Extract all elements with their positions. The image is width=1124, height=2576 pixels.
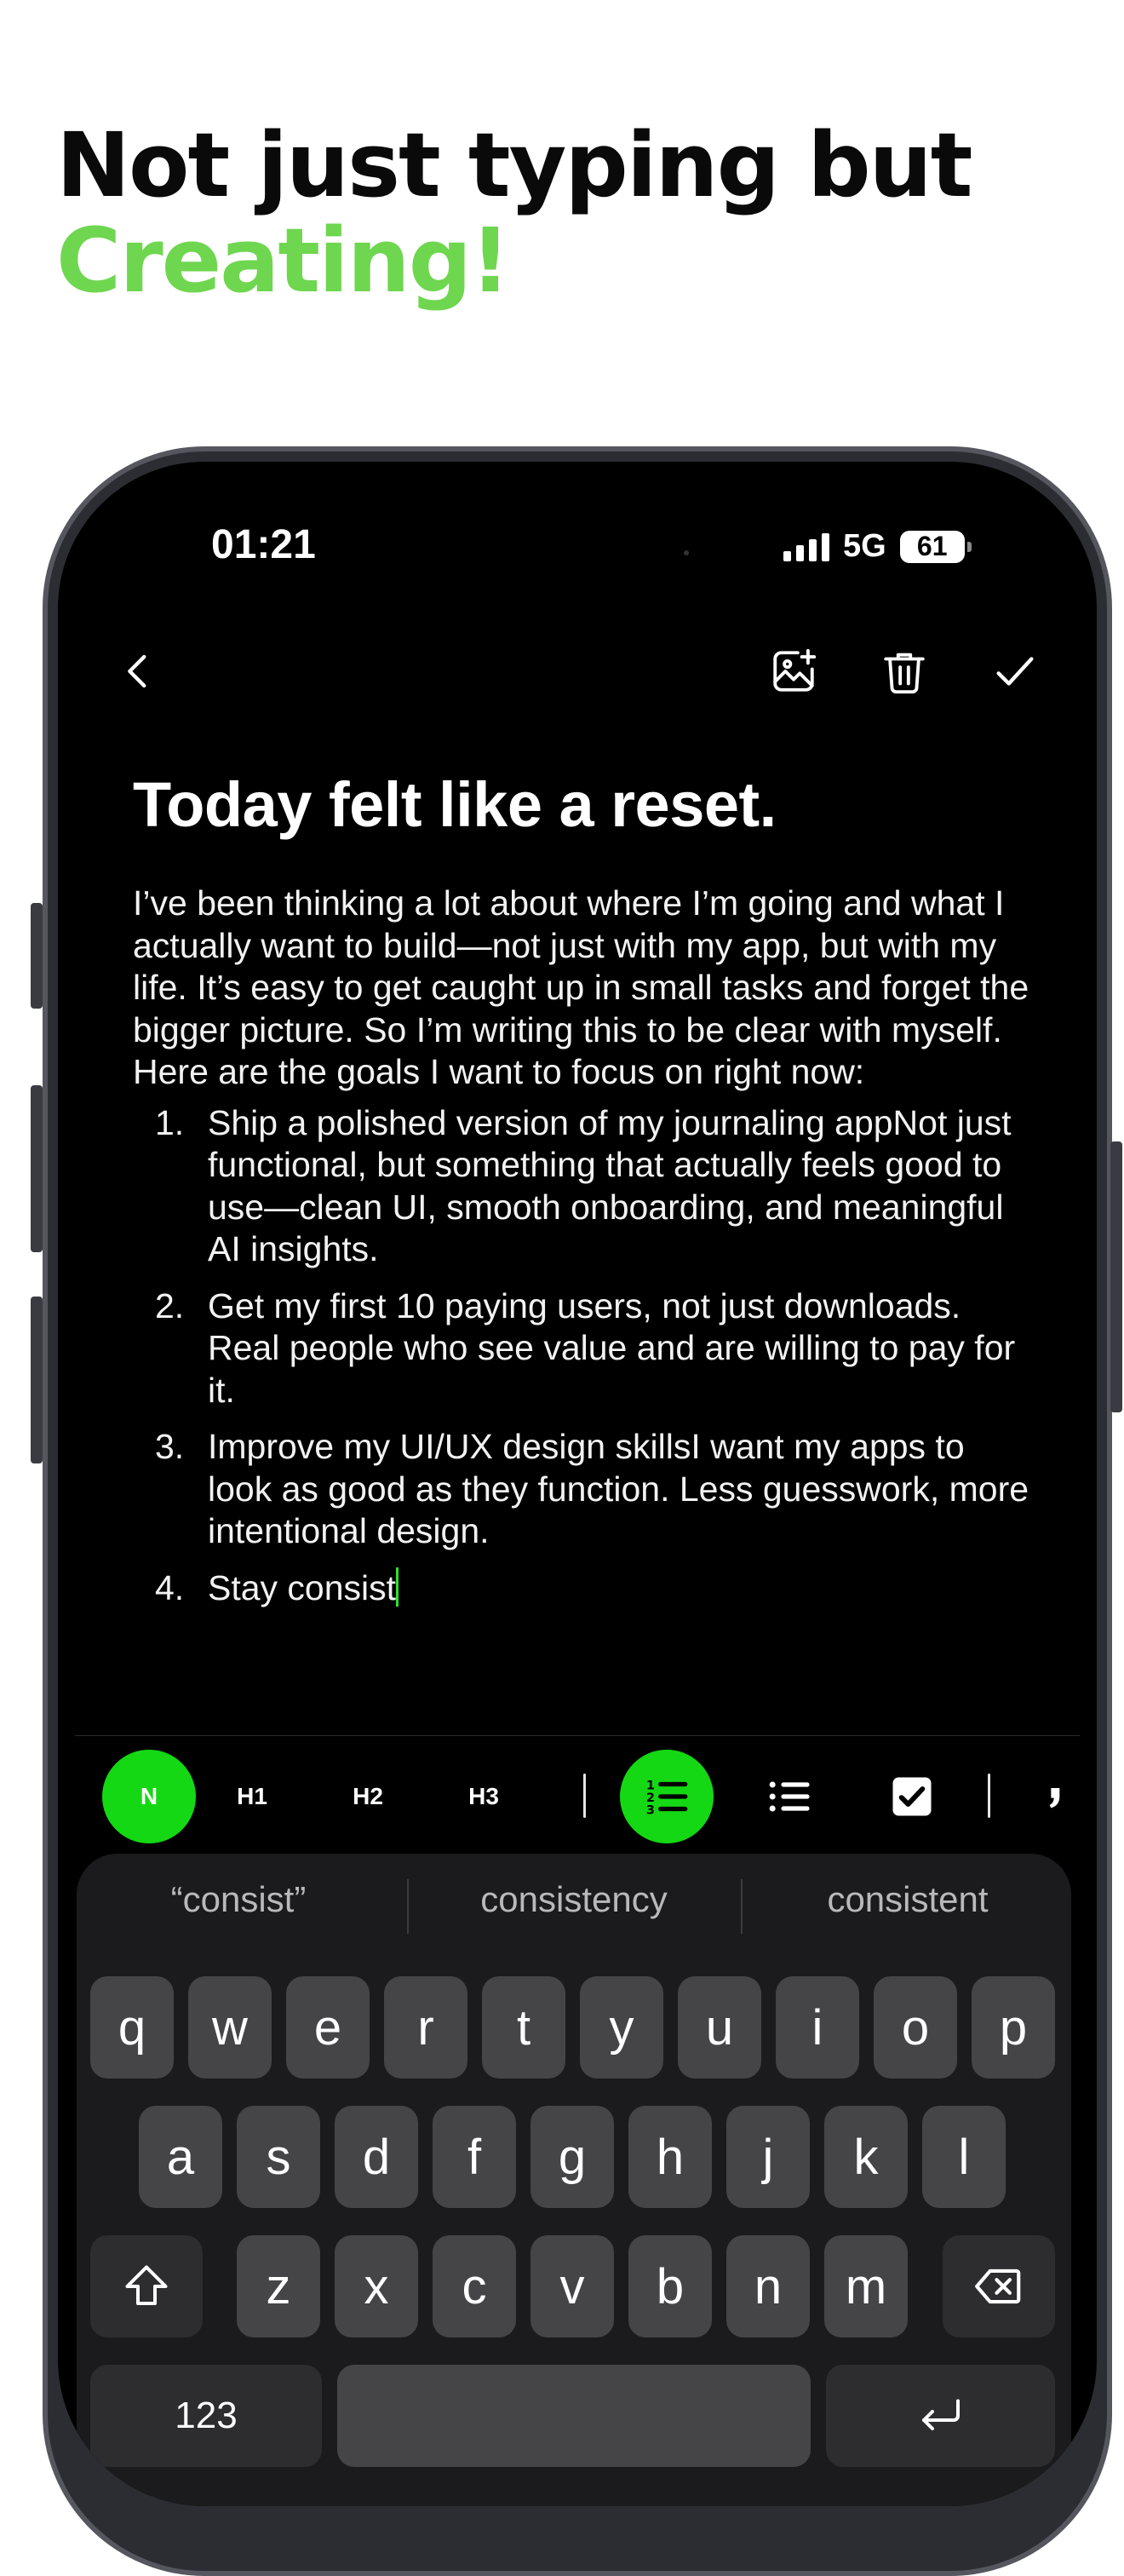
phone-power-button <box>1110 1141 1122 1412</box>
key-y[interactable]: y <box>580 1976 663 2079</box>
key-b[interactable]: b <box>628 2235 712 2337</box>
note-lead: Here are the goals I want to focus on ri… <box>133 1052 865 1091</box>
return-icon <box>921 2399 960 2430</box>
checkbox-icon <box>892 1777 932 1816</box>
key-x[interactable]: x <box>335 2235 418 2337</box>
return-key[interactable] <box>826 2365 1055 2467</box>
numbers-key[interactable]: 123 <box>90 2365 322 2467</box>
add-image-button[interactable] <box>768 646 819 697</box>
phone-action-button <box>31 903 43 1009</box>
key-j[interactable]: j <box>726 2106 810 2208</box>
key-t[interactable]: t <box>482 1976 565 2079</box>
format-toolbar: N H1 H2 H3 1 2 3 <box>102 1750 1097 1843</box>
list-item-text: Get my first 10 paying users, not just d… <box>208 1285 1016 1410</box>
list-number: 1. <box>155 1102 185 1142</box>
status-time: 01:21 <box>211 522 316 567</box>
numbered-list-icon: 1 2 3 <box>646 1780 688 1818</box>
key-h[interactable]: h <box>628 2106 712 2208</box>
list-number: 4. <box>155 1567 185 1607</box>
format-checkbox-button[interactable] <box>865 1750 959 1843</box>
quote-icon <box>1049 1788 1060 1808</box>
goals-list: 1. Ship a polished version of my journali… <box>133 1102 1035 1610</box>
note-editor[interactable]: I’ve been thinking a lot about where I’m… <box>133 883 1035 1624</box>
signal-icon <box>783 532 829 561</box>
format-h2-button[interactable]: H2 <box>334 1750 402 1843</box>
format-h1-button[interactable]: H1 <box>218 1750 286 1843</box>
note-intro: I’ve been thinking a lot about where I’m… <box>133 883 1029 1049</box>
key-w[interactable]: w <box>188 1976 272 2079</box>
suggestion-divider <box>741 1879 743 1934</box>
key-e[interactable]: e <box>286 1976 370 2079</box>
done-button[interactable] <box>989 646 1041 697</box>
suggestion-1[interactable]: “consist” <box>77 1879 400 1920</box>
shift-icon <box>125 2265 168 2305</box>
svg-text:3: 3 <box>646 1804 655 1818</box>
key-n[interactable]: n <box>726 2235 810 2337</box>
phone-volume-up-button <box>31 1085 43 1252</box>
key-q[interactable]: q <box>90 1976 174 2079</box>
key-c[interactable]: c <box>433 2235 516 2337</box>
key-d[interactable]: d <box>335 2106 418 2208</box>
toolbar-separator <box>583 1774 586 1818</box>
chevron-left-icon <box>128 654 146 688</box>
headline-line-2: Creating! <box>56 209 511 313</box>
list-item: 3. Improve my UI/UX design skillsI want m… <box>133 1426 1035 1553</box>
image-plus-icon <box>773 648 817 692</box>
list-item-text: Improve my UI/UX design skillsI want my … <box>208 1427 1029 1550</box>
key-o[interactable]: o <box>874 1976 957 2079</box>
phone-volume-down-button <box>31 1297 43 1463</box>
key-z[interactable]: z <box>237 2235 320 2337</box>
key-a[interactable]: a <box>139 2106 222 2208</box>
format-h3-button[interactable]: H3 <box>450 1750 518 1843</box>
key-k[interactable]: k <box>824 2106 908 2208</box>
dynamic-island-dot <box>684 550 689 555</box>
key-r[interactable]: r <box>384 1976 467 2079</box>
list-item: 1. Ship a polished version of my journali… <box>133 1102 1035 1271</box>
toolbar-separator <box>988 1774 990 1818</box>
suggestion-divider <box>407 1879 409 1934</box>
backspace-key[interactable] <box>943 2235 1055 2337</box>
battery-level: 61 <box>899 530 965 563</box>
key-v[interactable]: v <box>530 2235 614 2337</box>
network-label: 5G <box>843 528 886 564</box>
trash-icon <box>884 653 925 694</box>
checkmark-icon <box>996 657 1034 686</box>
text-caret <box>396 1567 399 1607</box>
format-quote-button[interactable] <box>1027 1750 1070 1843</box>
keyboard: “consist” consistency consistent q w e r… <box>77 1854 1071 2506</box>
backspace-icon <box>975 2268 1021 2304</box>
back-button[interactable] <box>112 646 163 697</box>
suggestion-2[interactable]: consistency <box>412 1879 736 1920</box>
status-indicators: 5G 61 <box>783 528 972 565</box>
key-p[interactable]: p <box>972 1976 1055 2079</box>
phone-screen: 01:21 5G 61 Today felt like a reset. I’v… <box>58 462 1097 2506</box>
space-key[interactable] <box>337 2365 811 2467</box>
suggestion-3[interactable]: consistent <box>746 1879 1070 1920</box>
list-item-text: Stay consist <box>208 1567 397 1607</box>
delete-note-button[interactable] <box>879 646 930 697</box>
key-l[interactable]: l <box>922 2106 1006 2208</box>
note-title[interactable]: Today felt like a reset. <box>133 768 777 841</box>
format-normal-button[interactable]: N <box>102 1750 196 1843</box>
headline: Not just typing but Creating! <box>56 113 972 313</box>
battery-icon: 61 <box>899 530 972 563</box>
list-item: 4. Stay consist <box>133 1567 1035 1610</box>
list-item-text: Ship a polished version of my journaling… <box>208 1102 1012 1269</box>
shift-key[interactable] <box>90 2235 203 2337</box>
format-numbered-list-button[interactable]: 1 2 3 <box>620 1750 714 1843</box>
key-f[interactable]: f <box>433 2106 516 2208</box>
list-number: 3. <box>155 1427 185 1466</box>
list-number: 2. <box>155 1285 185 1325</box>
key-s[interactable]: s <box>237 2106 320 2208</box>
list-item: 2. Get my first 10 paying users, not just… <box>133 1285 1035 1412</box>
key-g[interactable]: g <box>530 2106 614 2208</box>
key-m[interactable]: m <box>824 2235 908 2337</box>
key-i[interactable]: i <box>776 1976 859 2079</box>
key-u[interactable]: u <box>678 1976 761 2079</box>
bullet-list-icon <box>769 1781 810 1812</box>
format-bullet-list-button[interactable] <box>743 1750 836 1843</box>
headline-line-1: Not just typing but <box>56 113 972 217</box>
toolbar-divider-line <box>75 1735 1080 1736</box>
